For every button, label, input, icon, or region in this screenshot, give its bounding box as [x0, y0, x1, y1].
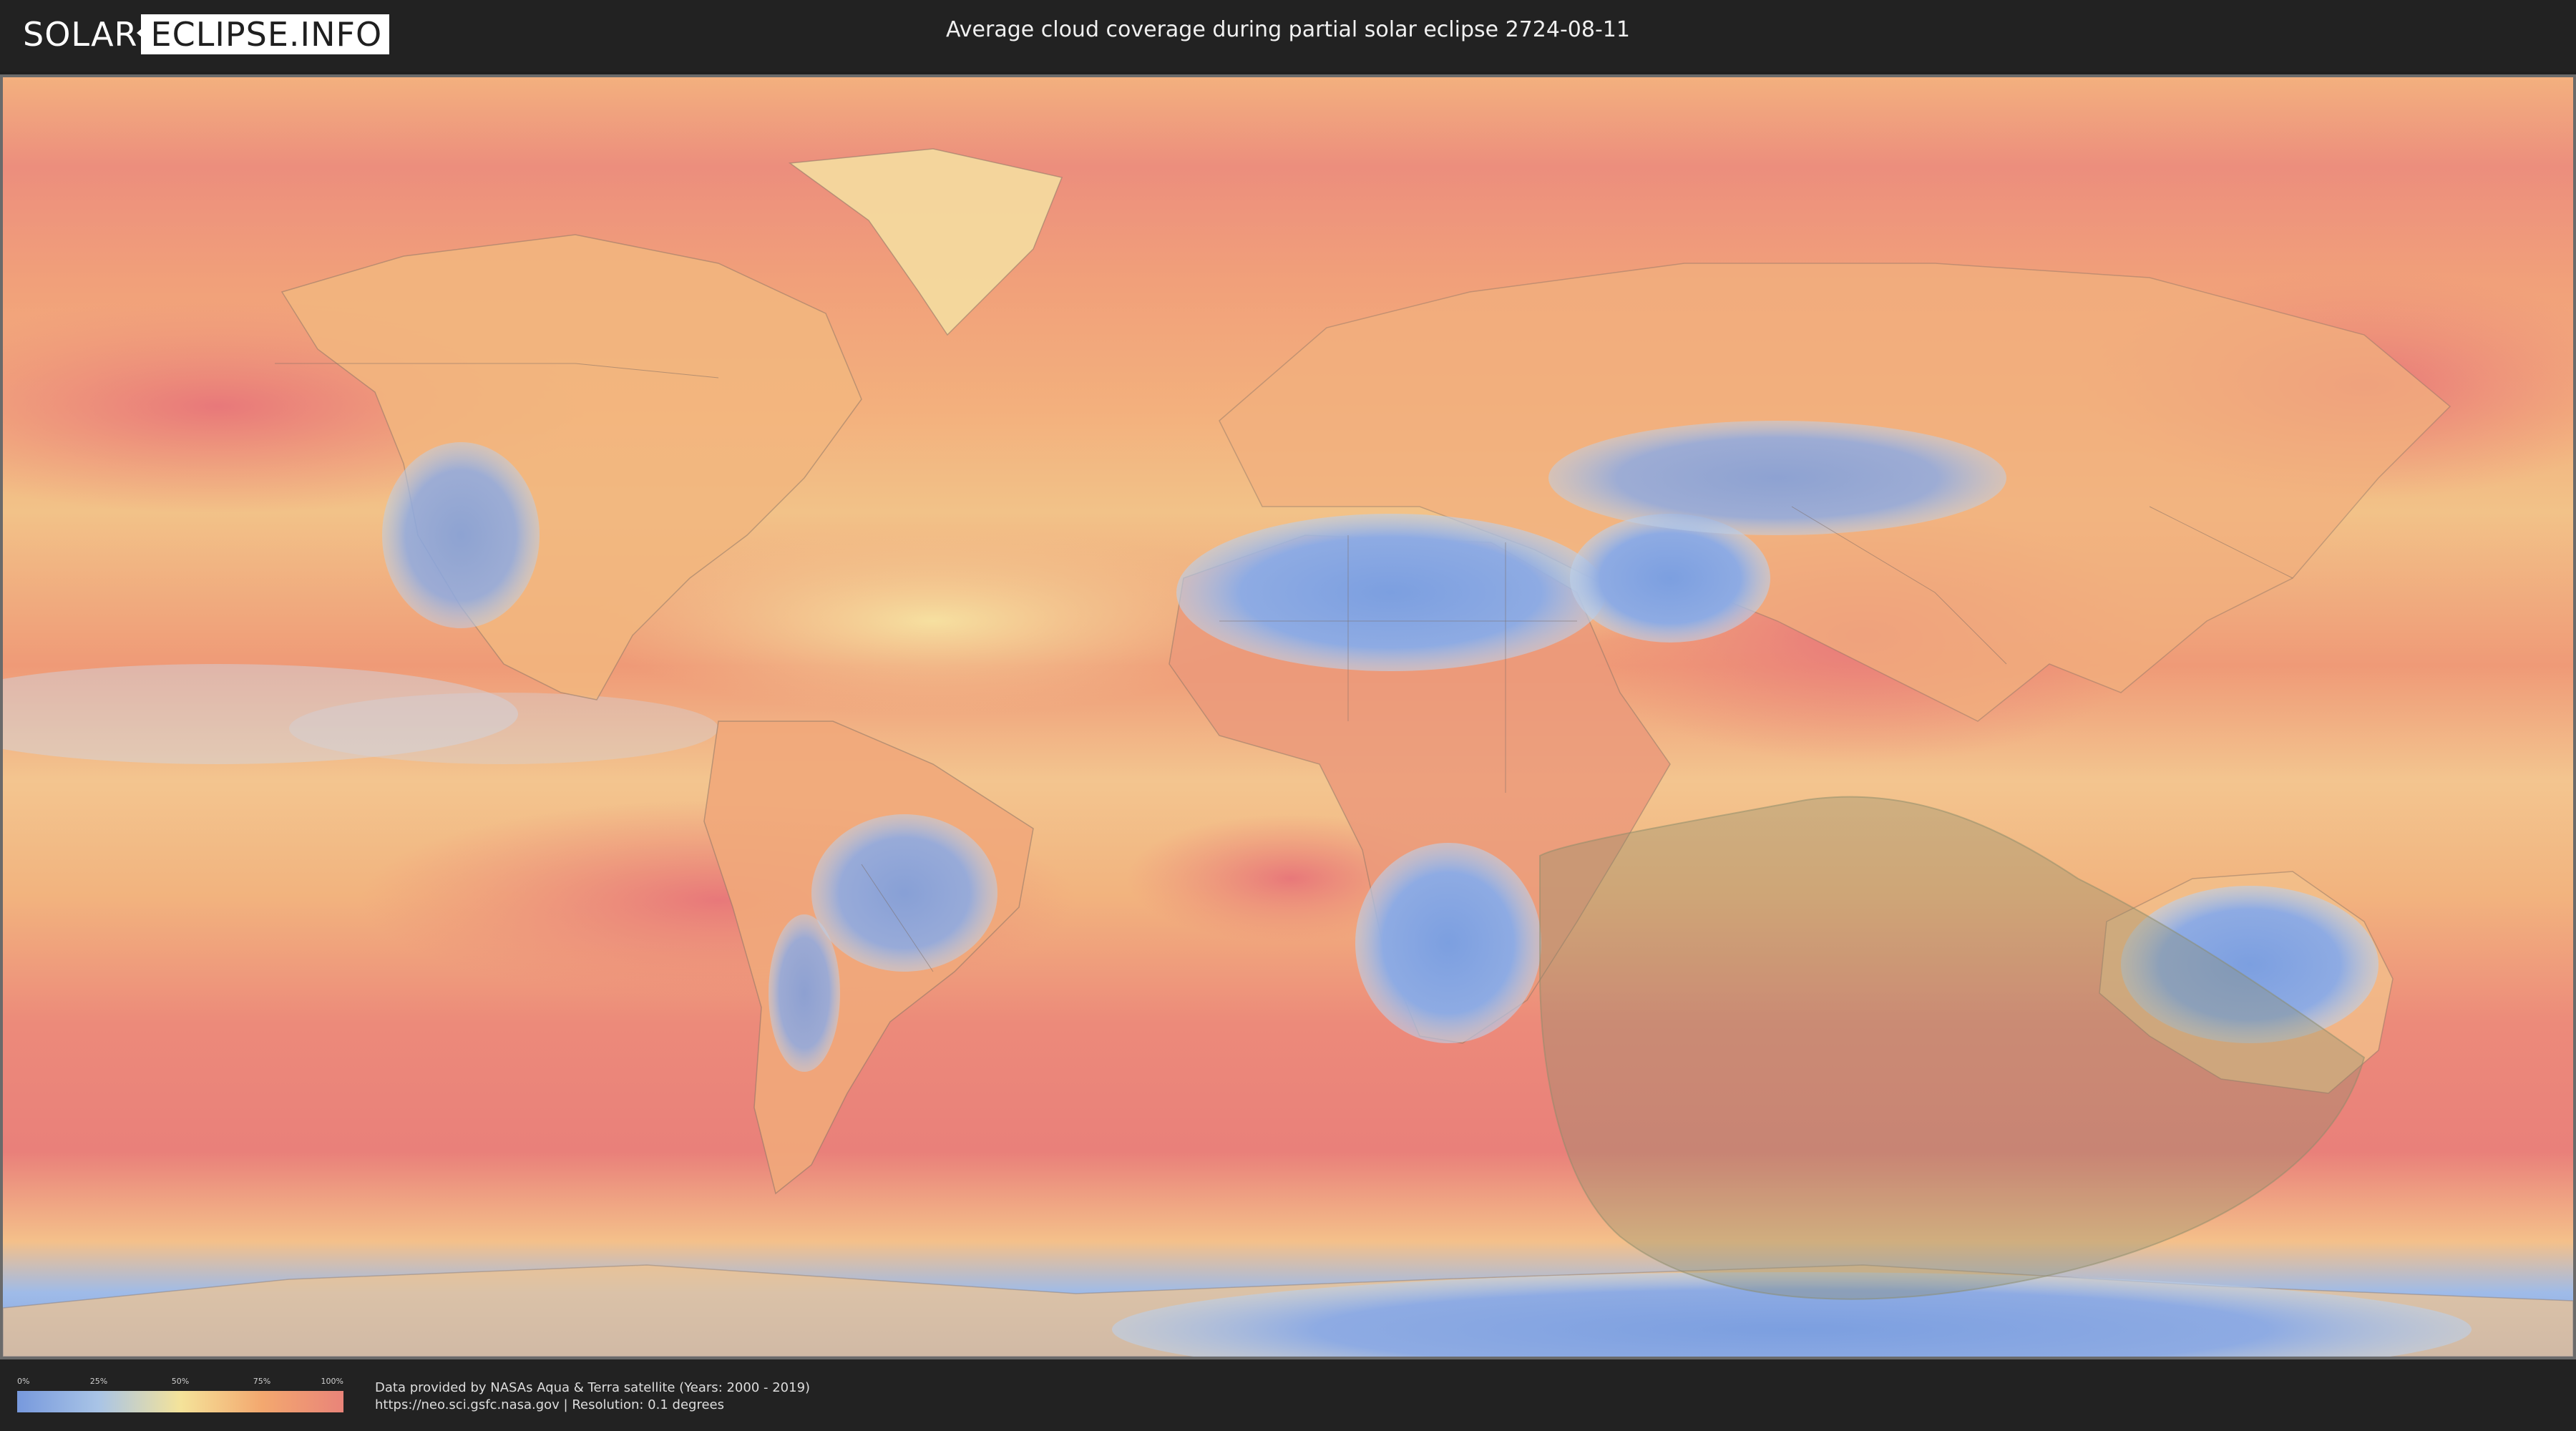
cloud-coverage-map[interactable] — [3, 77, 2573, 1357]
legend-tick-75: 75% — [253, 1377, 271, 1386]
western-us-clear — [382, 442, 540, 628]
southern-africa-clear — [1355, 843, 1541, 1043]
sahara-clear — [1176, 514, 1606, 671]
footer-bar: 0% 25% 50% 75% 100% Data provided by NAS… — [0, 1359, 2576, 1431]
legend-tick-25: 25% — [89, 1377, 108, 1386]
credit-line-url: https://neo.sci.gsfc.nasa.gov | Resoluti… — [375, 1397, 724, 1412]
map-frame — [0, 74, 2576, 1359]
brazil-clear — [811, 814, 997, 972]
legend-tick-100: 100% — [321, 1377, 343, 1386]
legend-color-bar — [17, 1391, 343, 1412]
andes-clear — [769, 914, 840, 1072]
central-asia-clear — [1548, 421, 2006, 535]
data-credits: Data provided by NASAs Aqua & Terra sate… — [375, 1379, 810, 1414]
legend-tick-50: 50% — [171, 1377, 190, 1386]
cloud-coverage-legend: 0% 25% 50% 75% 100% — [17, 1377, 343, 1417]
page-title: Average cloud coverage during partial so… — [946, 17, 1630, 42]
header-bar: SOLAR ECLIPSE.INFO Average cloud coverag… — [0, 0, 2576, 72]
legend-tick-0: 0% — [17, 1377, 30, 1386]
credit-line-source: Data provided by NASAs Aqua & Terra sate… — [375, 1380, 811, 1395]
